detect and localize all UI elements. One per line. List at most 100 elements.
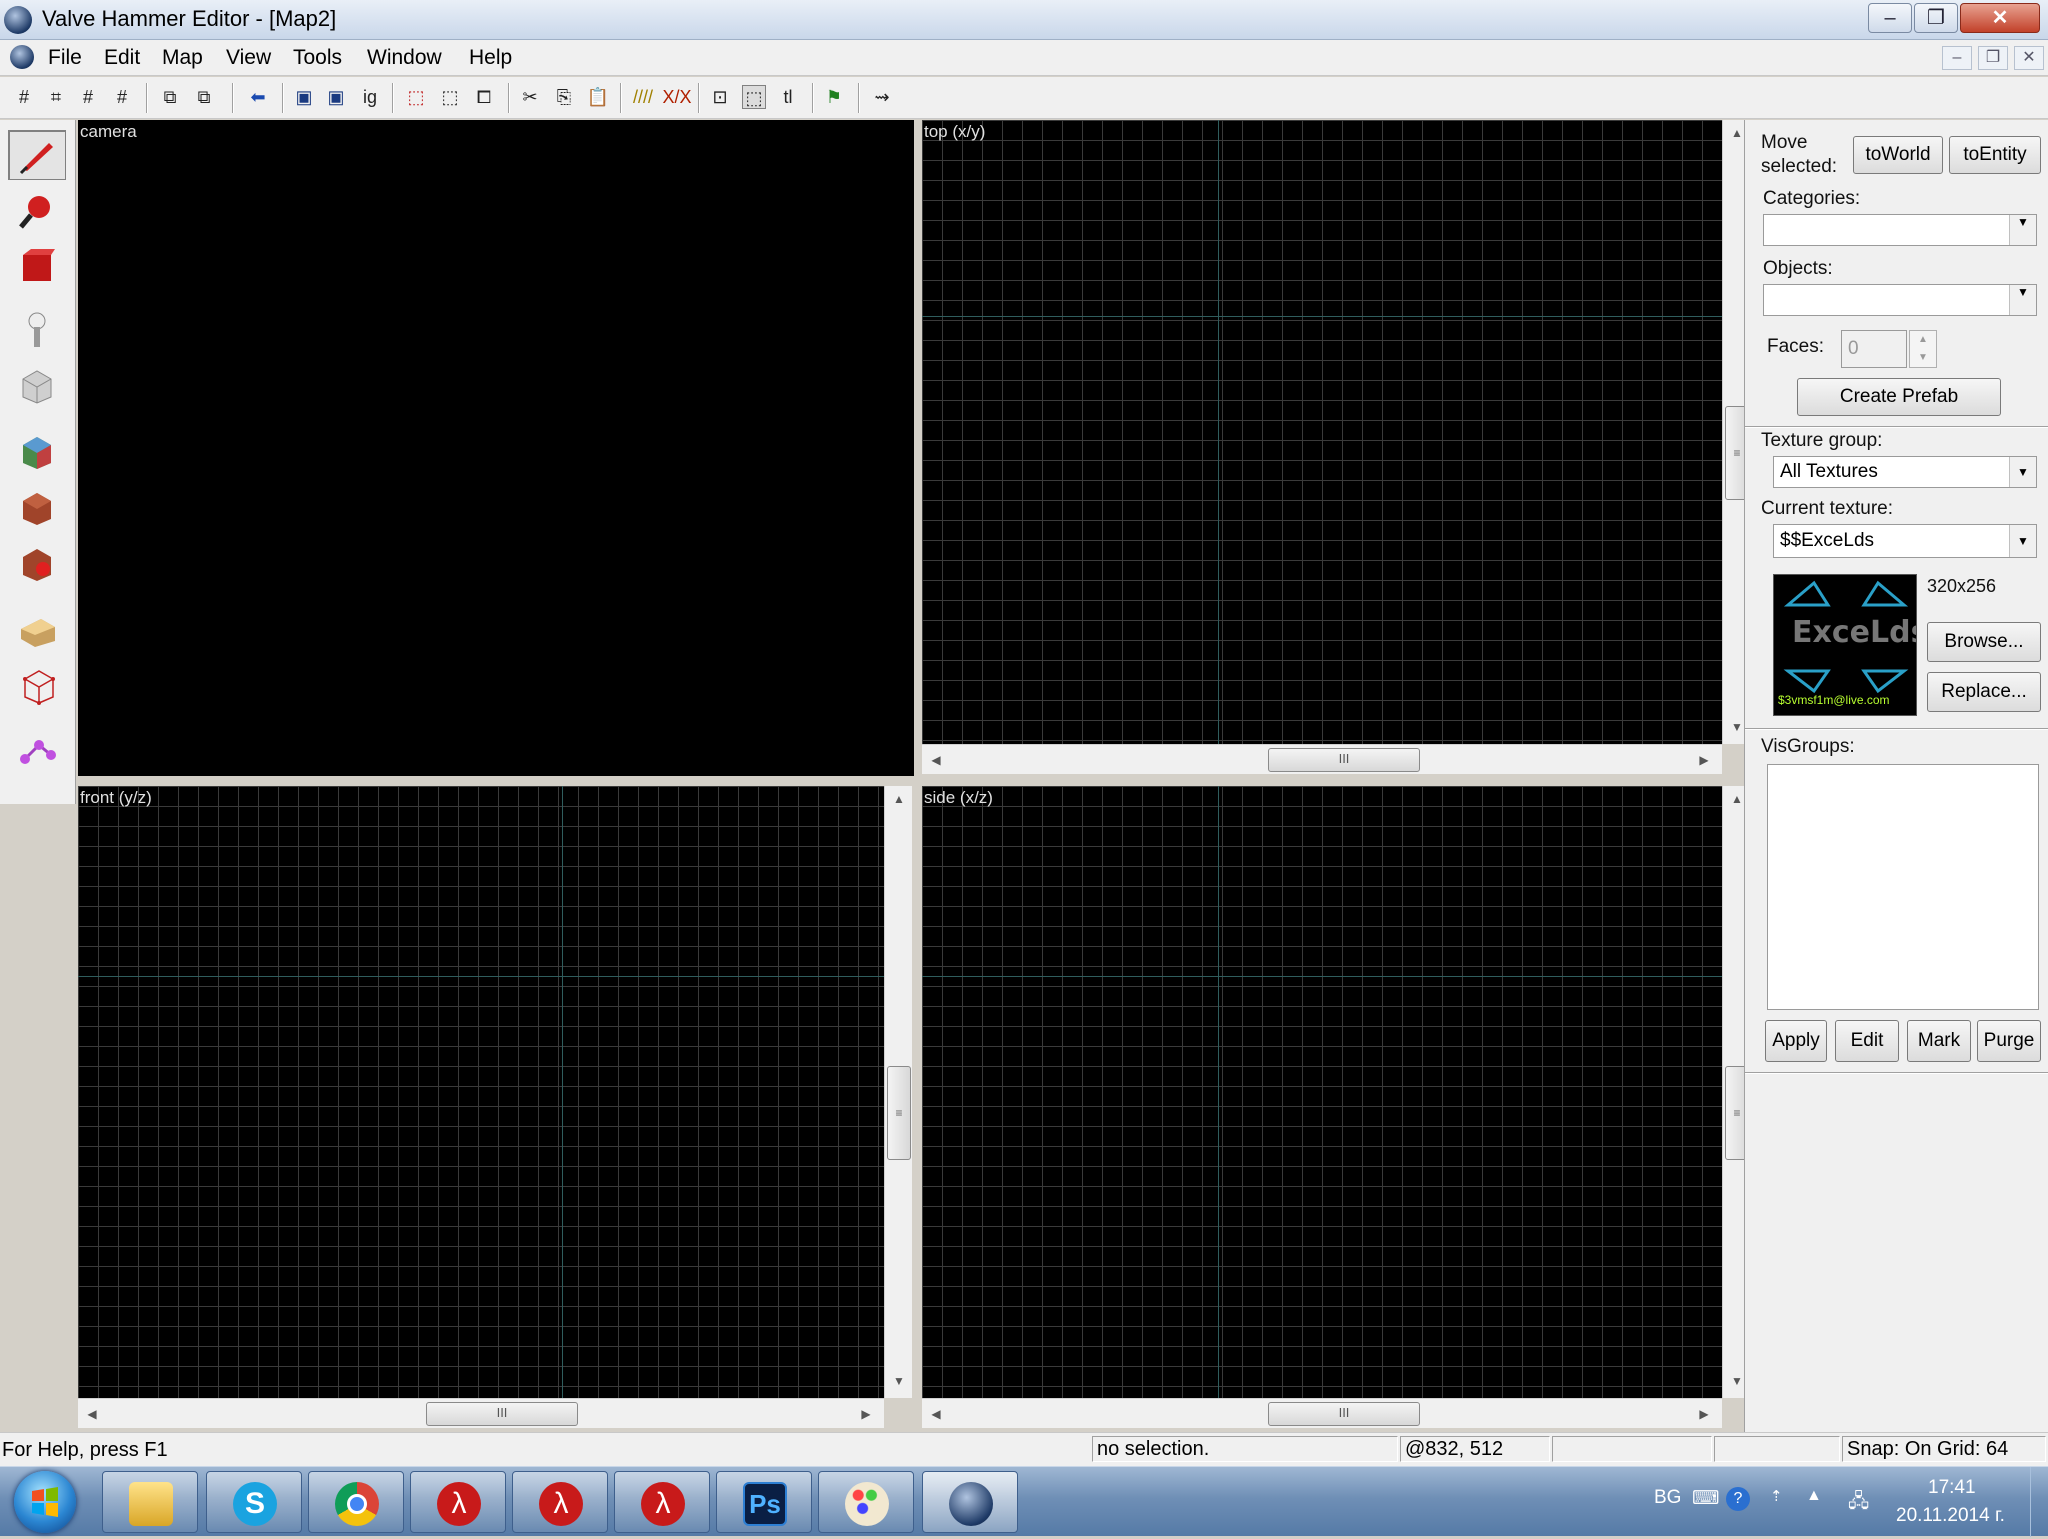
browse-button[interactable]: Browse... — [1927, 622, 2041, 662]
mark-button[interactable]: Mark — [1907, 1020, 1971, 1062]
block-tool[interactable] — [8, 360, 66, 410]
top-viewport[interactable]: top (x/y) — [922, 120, 1722, 744]
taskbar-skype[interactable]: S — [206, 1471, 302, 1533]
ignore-groups-icon[interactable]: X/X — [662, 85, 692, 109]
group-icon[interactable]: ⧉ — [192, 85, 216, 109]
front-hscroll-thumb[interactable]: III — [426, 1402, 578, 1426]
taskbar-halflife-2[interactable]: λ — [512, 1471, 608, 1533]
toggle-labels-icon[interactable]: tl — [776, 85, 800, 109]
purge-button[interactable]: Purge — [1977, 1020, 2041, 1062]
vertex-tool[interactable] — [8, 660, 66, 710]
scroll-right-arrow-icon[interactable]: ▶ — [1694, 1407, 1714, 1421]
taskbar-halflife-3[interactable]: λ — [614, 1471, 710, 1533]
start-button[interactable] — [14, 1471, 76, 1533]
clock-date[interactable]: 20.11.2014 г. — [1896, 1505, 2005, 1527]
mdi-minimize-button[interactable]: – — [1942, 46, 1972, 70]
to-entity-button[interactable]: toEntity — [1949, 136, 2041, 174]
taskbar-halflife-1[interactable]: λ — [410, 1471, 506, 1533]
hide-objects-icon[interactable]: ▣ — [292, 85, 316, 109]
minimize-button[interactable]: – — [1868, 3, 1912, 33]
menu-window[interactable]: Window — [367, 46, 442, 70]
visgroups-list[interactable] — [1767, 764, 2039, 1010]
clip-tool[interactable] — [8, 604, 66, 654]
texture-application-tool[interactable] — [8, 426, 66, 476]
menu-edit[interactable]: Edit — [104, 46, 140, 70]
grid-larger-icon[interactable]: # — [110, 85, 134, 109]
entity-tool[interactable] — [8, 304, 66, 354]
scroll-down-arrow-icon[interactable]: ▼ — [889, 1374, 909, 1388]
scroll-left-arrow-icon[interactable]: ◀ — [82, 1407, 102, 1421]
chevron-down-icon[interactable]: ▼ — [2009, 215, 2036, 245]
chevron-down-icon[interactable]: ▼ — [2009, 525, 2036, 557]
show-objects-icon[interactable]: ▣ — [324, 85, 348, 109]
undo-icon[interactable]: ⬅ — [246, 85, 270, 109]
menu-help[interactable]: Help — [469, 46, 512, 70]
texture-preview[interactable]: ExceLds $3vmsf1m@live.com — [1773, 574, 1917, 716]
paste-icon[interactable]: 📋 — [586, 85, 610, 109]
mdi-restore-button[interactable]: ❐ — [1978, 46, 2008, 70]
taskbar-paint[interactable] — [818, 1471, 914, 1533]
chevron-down-icon[interactable]: ▼ — [2009, 457, 2036, 487]
select-object-icon[interactable]: ⧠ — [472, 85, 496, 109]
grid-options-icon[interactable]: ⌗ — [44, 85, 68, 109]
tray-arrow-icon[interactable]: ⇡ — [1770, 1487, 1783, 1505]
show-hidden-icons-icon[interactable]: ▲ — [1806, 1487, 1822, 1505]
select-group-icon[interactable]: ⬚ — [438, 85, 462, 109]
front-vscroll-thumb[interactable]: ≡ — [887, 1066, 911, 1160]
entity-report-icon[interactable]: ⇝ — [870, 85, 894, 109]
taskbar-chrome[interactable] — [308, 1471, 404, 1533]
current-texture-dropdown[interactable]: $$ExceLds ▼ — [1773, 524, 2037, 558]
scroll-right-arrow-icon[interactable]: ▶ — [856, 1407, 876, 1421]
magnify-tool[interactable] — [8, 186, 66, 236]
mdi-close-button[interactable]: ✕ — [2014, 46, 2044, 70]
language-indicator[interactable]: BG — [1654, 1487, 1681, 1509]
selection-tool[interactable] — [8, 130, 66, 180]
grid-toggle-icon[interactable]: # — [12, 85, 36, 109]
side-hscroll-thumb[interactable]: III — [1268, 1402, 1420, 1426]
keyboard-icon[interactable]: ⌨ — [1692, 1487, 1719, 1510]
chevron-down-icon[interactable]: ▼ — [2009, 285, 2036, 315]
network-icon[interactable]: 🖧 — [1848, 1487, 1869, 1519]
faces-spinner[interactable]: ▲ ▼ — [1909, 330, 1937, 368]
faces-input[interactable]: 0 — [1841, 330, 1907, 368]
taskbar-hammer-active[interactable] — [922, 1471, 1018, 1533]
help-icon[interactable]: ? — [1726, 1487, 1750, 1511]
to-world-button[interactable]: toWorld — [1853, 136, 1943, 174]
carve-icon[interactable]: ⧉ — [158, 85, 182, 109]
taskbar-photoshop[interactable]: Ps — [716, 1471, 812, 1533]
create-prefab-button[interactable]: Create Prefab — [1797, 378, 2001, 416]
edit-button[interactable]: Edit — [1835, 1020, 1899, 1062]
top-hscroll-thumb[interactable]: III — [1268, 748, 1420, 772]
selection-box-icon[interactable]: ⊡ — [708, 85, 732, 109]
menu-map[interactable]: Map — [162, 46, 203, 70]
front-viewport[interactable]: front (y/z) — [78, 786, 884, 1398]
menu-file[interactable]: File — [48, 46, 82, 70]
decal-tool[interactable] — [8, 538, 66, 588]
grid-smaller-icon[interactable]: # — [76, 85, 100, 109]
scroll-up-arrow-icon[interactable]: ▲ — [889, 792, 909, 806]
apply-texture-tool[interactable] — [8, 482, 66, 532]
texture-lock-icon[interactable]: ig — [358, 85, 382, 109]
camera-tool[interactable] — [8, 240, 66, 290]
maximize-button[interactable]: ❐ — [1914, 3, 1958, 33]
clock-time[interactable]: 17:41 — [1928, 1477, 1976, 1499]
texture-group-dropdown[interactable]: All Textures ▼ — [1773, 456, 2037, 488]
cut-icon[interactable]: ✂ — [518, 85, 542, 109]
close-button[interactable]: ✕ — [1960, 3, 2040, 33]
select-cursor-icon[interactable]: ⬚ — [742, 85, 766, 109]
scroll-left-arrow-icon[interactable]: ◀ — [926, 1407, 946, 1421]
hide-entities-icon[interactable]: //// — [628, 85, 658, 109]
select-brush-icon[interactable]: ⬚ — [404, 85, 428, 109]
menu-tools[interactable]: Tools — [293, 46, 342, 70]
taskbar-explorer[interactable] — [102, 1471, 198, 1533]
side-horizontal-scrollbar[interactable]: ◀ III ▶ — [922, 1398, 1722, 1428]
scroll-right-arrow-icon[interactable]: ▶ — [1694, 753, 1714, 767]
objects-dropdown[interactable]: ▼ — [1763, 284, 2037, 316]
front-vertical-scrollbar[interactable]: ▲ ≡ ▼ — [884, 786, 912, 1398]
run-map-icon[interactable]: ⚑ — [822, 85, 846, 109]
show-desktop-button[interactable] — [2030, 1467, 2048, 1537]
camera-viewport[interactable]: camera — [78, 120, 914, 776]
scroll-left-arrow-icon[interactable]: ◀ — [926, 753, 946, 767]
copy-icon[interactable]: ⎘ — [552, 85, 576, 109]
side-viewport[interactable]: side (x/z) — [922, 786, 1722, 1398]
